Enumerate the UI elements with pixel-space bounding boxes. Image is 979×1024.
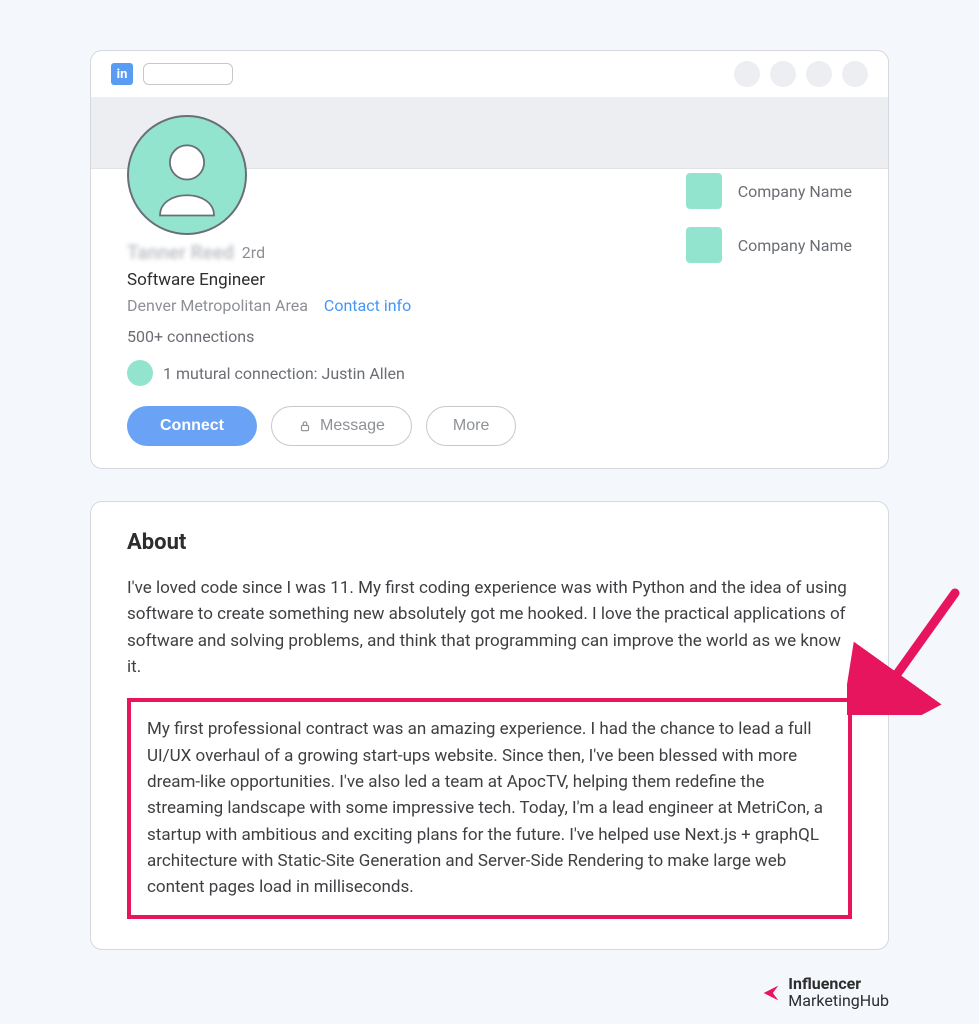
avatar[interactable] (127, 115, 247, 235)
company-name: Company Name (738, 182, 852, 201)
about-heading: About (127, 530, 852, 555)
about-paragraph-1: I've loved code since I was 11. My first… (127, 575, 852, 680)
contact-info-link[interactable]: Contact info (324, 296, 411, 315)
mutual-avatar-icon (127, 360, 153, 386)
company-item[interactable]: Company Name (686, 173, 852, 209)
company-logo-icon (686, 173, 722, 209)
message-button[interactable]: Message (271, 406, 412, 446)
connections-count[interactable]: 500+ connections (127, 327, 852, 346)
lock-icon (298, 419, 312, 433)
footer-brand: Influencer MarketingHub (760, 976, 889, 1010)
mutual-connections[interactable]: 1 mutural connection: Justin Allen (127, 360, 852, 386)
footer-text: Influencer MarketingHub (788, 976, 889, 1010)
mutual-text: 1 mutural connection: Justin Allen (163, 364, 405, 383)
company-item[interactable]: Company Name (686, 227, 852, 263)
profile-name: Tanner Reed (127, 241, 234, 264)
connect-button[interactable]: Connect (127, 406, 257, 446)
headline: Software Engineer (127, 270, 852, 290)
message-label: Message (320, 417, 385, 435)
linkedin-icon[interactable]: in (111, 63, 133, 85)
brand-arrow-icon (760, 982, 782, 1004)
person-icon (142, 130, 232, 220)
highlight-annotation: My first professional contract was an am… (127, 698, 852, 918)
nav-item-2[interactable] (770, 61, 796, 87)
nav-item-3[interactable] (806, 61, 832, 87)
company-name: Company Name (738, 236, 852, 255)
company-list: Company Name Company Name (686, 173, 852, 263)
about-paragraph-2: My first professional contract was an am… (147, 716, 832, 900)
topbar: in (91, 51, 888, 97)
nav-item-1[interactable] (734, 61, 760, 87)
about-card: About I've loved code since I was 11. My… (90, 501, 889, 950)
more-button[interactable]: More (426, 406, 516, 446)
action-buttons: Connect Message More (127, 406, 852, 446)
profile-body: Company Name Company Name Tanner Reed 2r… (91, 169, 888, 446)
location-row: Denver Metropolitan Area Contact info (127, 296, 852, 315)
profile-card: in Company Name Company Name Ta (90, 50, 889, 469)
nav-item-4[interactable] (842, 61, 868, 87)
search-input[interactable] (143, 63, 233, 85)
footer-line2: MarketingHub (788, 991, 889, 1010)
connection-degree: 2rd (242, 243, 265, 262)
location-text: Denver Metropolitan Area (127, 296, 308, 315)
company-logo-icon (686, 227, 722, 263)
